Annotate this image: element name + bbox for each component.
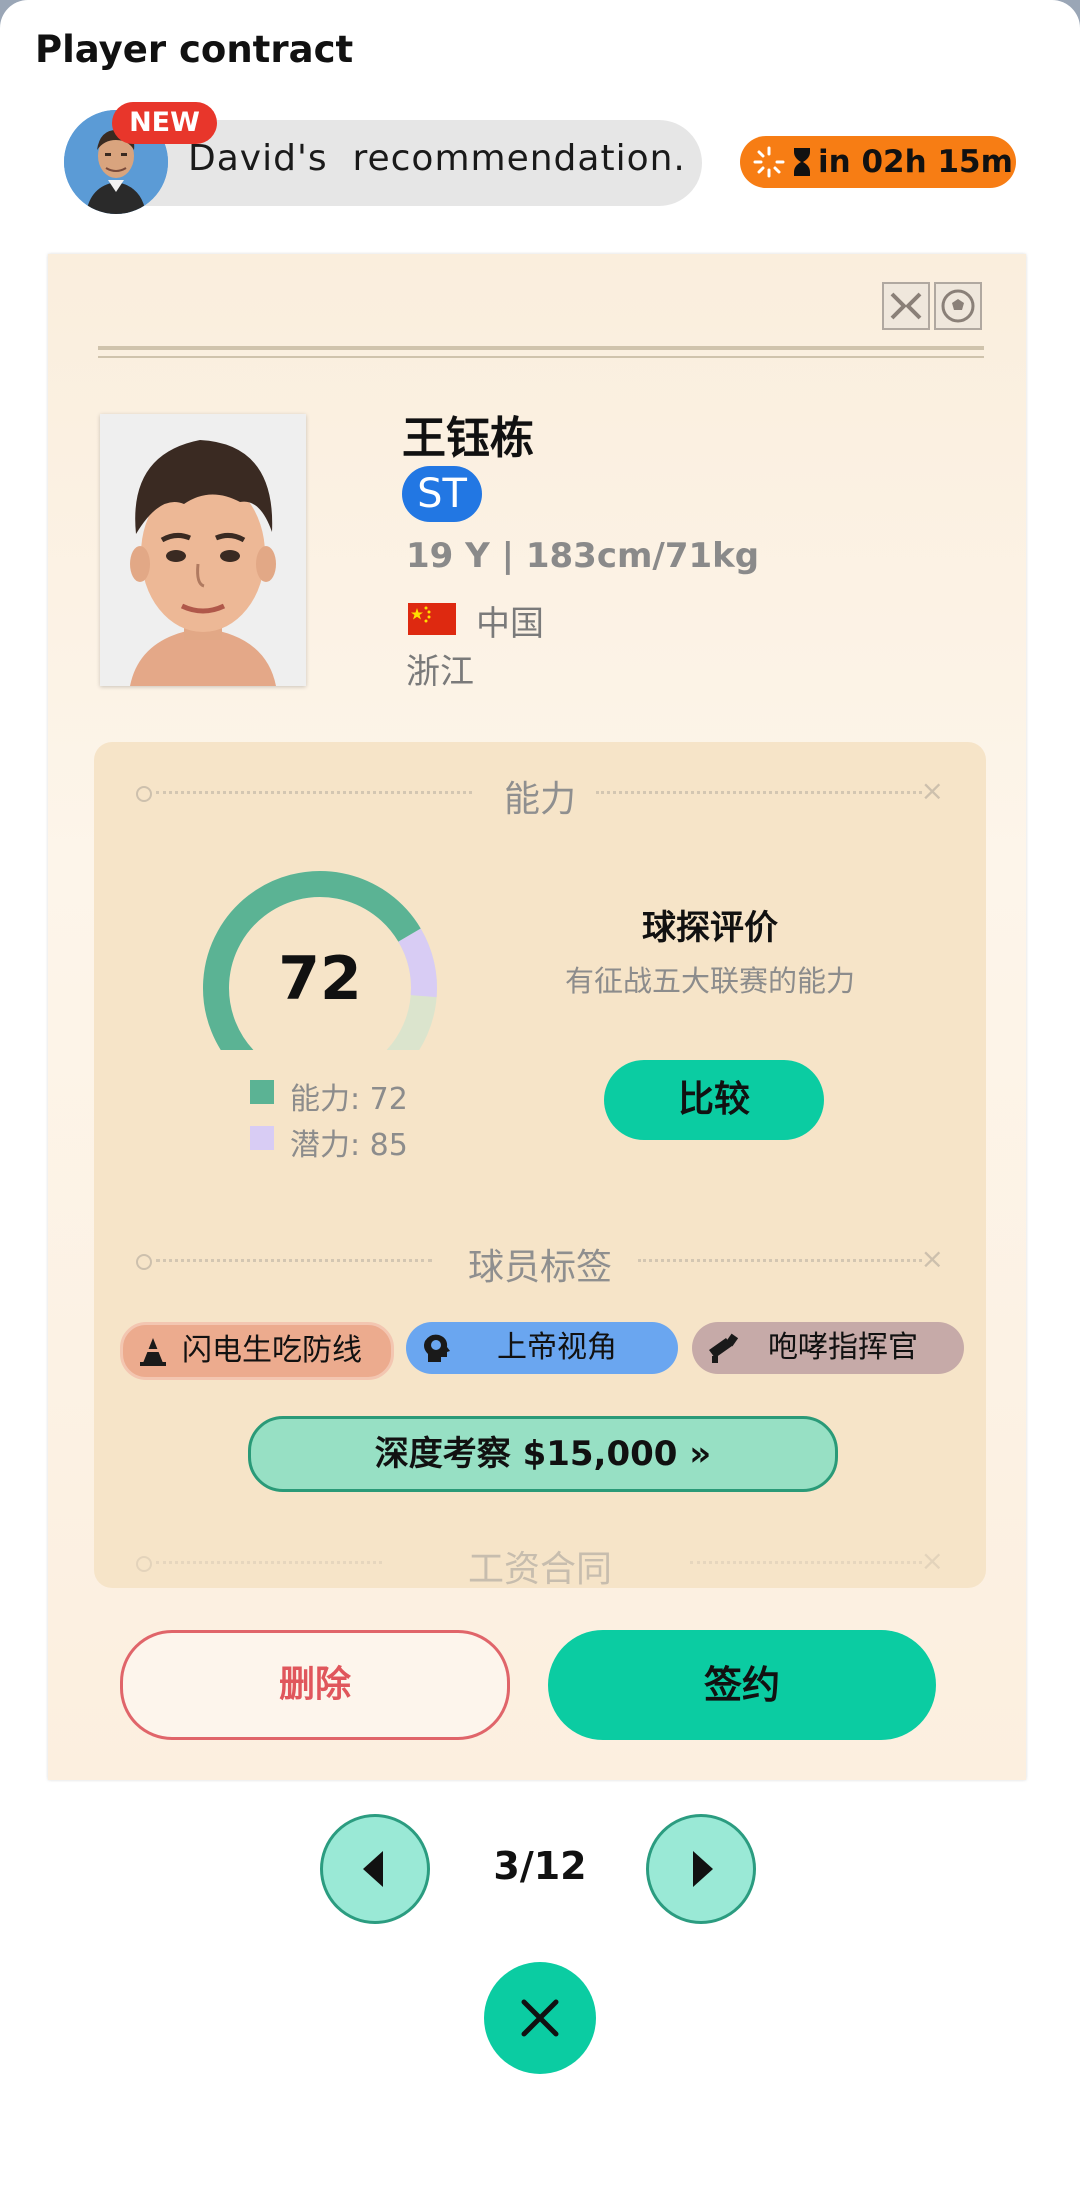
hourglass-icon <box>794 148 810 176</box>
previous-button[interactable] <box>320 1814 430 1924</box>
ability-legend: 能力: 72 <box>290 1082 408 1117</box>
recommendation-text: David's recommendation. <box>188 138 686 179</box>
page-title: Player contract <box>35 28 354 71</box>
scout-evaluation-text: 有征战五大联赛的能力 <box>564 964 855 998</box>
card-divider <box>98 346 984 350</box>
ability-score: 72 <box>278 944 362 1014</box>
football-icon <box>934 282 982 330</box>
ability-section-header: × 能力 <box>130 772 950 820</box>
tags-section-header: × 球员标签 <box>130 1240 950 1288</box>
player-tag[interactable]: 闪电生吃防线 <box>120 1322 394 1380</box>
timer-badge: in 02h 15m <box>740 136 1016 188</box>
salary-section-title: 工资合同 <box>467 1549 612 1590</box>
player-region: 浙江 <box>406 652 474 692</box>
timer-text: in 02h 15m <box>818 144 1013 180</box>
deep-scout-button[interactable]: 深度考察 $15,000 » <box>248 1416 838 1492</box>
player-tag[interactable]: 咆哮指挥官 <box>692 1322 964 1374</box>
ability-legend-swatch <box>250 1080 274 1104</box>
close-button[interactable] <box>484 1962 596 2074</box>
loading-icon <box>753 146 785 178</box>
chevron-right-icon <box>693 1851 713 1887</box>
potential-legend-swatch <box>250 1126 274 1150</box>
next-button[interactable] <box>646 1814 756 1924</box>
player-country: 中国 <box>476 604 544 644</box>
position-badge: ST <box>402 466 482 522</box>
tags-section-title: 球员标签 <box>467 1247 612 1288</box>
delete-button[interactable]: 删除 <box>120 1630 510 1740</box>
chevron-left-icon <box>363 1851 383 1887</box>
ability-section-title: 能力 <box>503 779 576 820</box>
card-divider <box>98 356 984 358</box>
player-info: 19 Y | 183cm/71kg <box>406 536 760 576</box>
club-logo-icon <box>882 282 930 330</box>
sign-button[interactable]: 签约 <box>548 1630 936 1740</box>
close-icon <box>521 1999 559 2037</box>
contract-sheet: Player contract NEW David's recommendati… <box>0 0 1080 2212</box>
player-tag[interactable]: 上帝视角 <box>406 1322 678 1374</box>
player-photo <box>100 414 306 686</box>
compare-button[interactable]: 比较 <box>604 1060 824 1140</box>
china-flag-icon <box>408 603 456 635</box>
gauge-potential-arc <box>398 928 437 998</box>
player-name: 王钰栋 <box>402 413 534 464</box>
salary-section-header: × 工资合同 <box>130 1542 950 1590</box>
potential-legend: 潜力: 85 <box>290 1128 408 1163</box>
page-indicator: 3/12 <box>493 1844 587 1888</box>
scout-evaluation-title: 球探评价 <box>642 908 778 948</box>
